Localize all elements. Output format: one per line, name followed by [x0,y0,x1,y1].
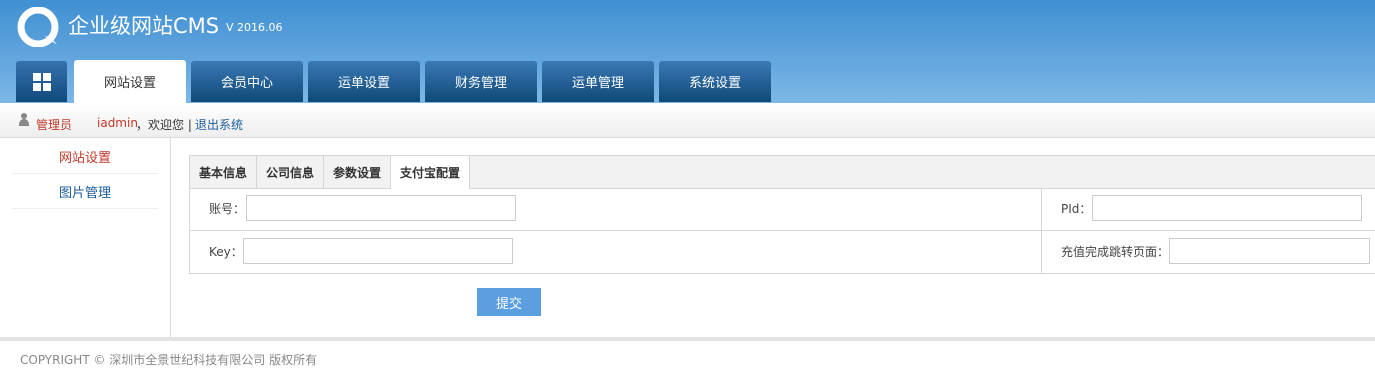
grid-icon [32,72,51,91]
sub-tab-bar: 基本信息 公司信息 参数设置 支付宝配置 [189,155,1375,189]
footer-copyright: COPYRIGHT © 深圳市全景世纪科技有限公司 版权所有 [20,353,318,367]
app-title: 企业级网站CMS [68,14,220,38]
user-icon [19,113,29,126]
username: iadmin [97,116,138,130]
tab-waybill-settings[interactable]: 运单设置 [308,61,420,102]
subtab-alipay-config[interactable]: 支付宝配置 [391,156,470,189]
logout-link[interactable]: 退出系统 [195,116,243,133]
key-label: Key： [209,245,243,259]
submit-button[interactable]: 提交 [477,288,541,316]
pid-input[interactable] [1092,195,1362,221]
account-input[interactable] [246,195,516,221]
account-label: 账号： [209,202,246,216]
sidebar-item-image-management[interactable]: 图片管理 [12,174,158,209]
app-version: V 2016.06 [226,21,283,34]
key-input[interactable] [243,238,513,264]
pid-label: PId： [1061,202,1092,216]
tab-website-settings[interactable]: 网站设置 [74,60,186,103]
tab-finance[interactable]: 财务管理 [425,61,537,102]
tab-waybill-management[interactable]: 运单管理 [542,61,654,102]
sidebar-item-website-settings[interactable]: 网站设置 [12,139,158,174]
subtab-parameters[interactable]: 参数设置 [324,156,391,188]
redirect-page-label: 充值完成跳转页面： [1061,245,1170,259]
alipay-form: 账号： PId： Key： 充值完成跳转页面： [189,188,1375,274]
column-divider [1041,188,1042,273]
row-divider [190,230,1375,231]
sidebar: 网站设置 图片管理 [0,138,171,338]
welcome-text: ，欢迎您 | [136,118,192,132]
subtab-basic-info[interactable]: 基本信息 [190,156,257,188]
redirect-page-input[interactable] [1169,238,1370,264]
tab-system-settings[interactable]: 系统设置 [659,61,771,102]
subtab-company-info[interactable]: 公司信息 [257,156,324,188]
home-tab[interactable] [16,61,67,102]
logo-icon [17,7,59,47]
footer-divider [0,337,1375,341]
user-role: 管理员 [36,118,73,132]
user-bar: 管理员 iadmin ，欢迎您 | 退出系统 [0,103,1375,138]
tab-member-center[interactable]: 会员中心 [191,61,303,102]
